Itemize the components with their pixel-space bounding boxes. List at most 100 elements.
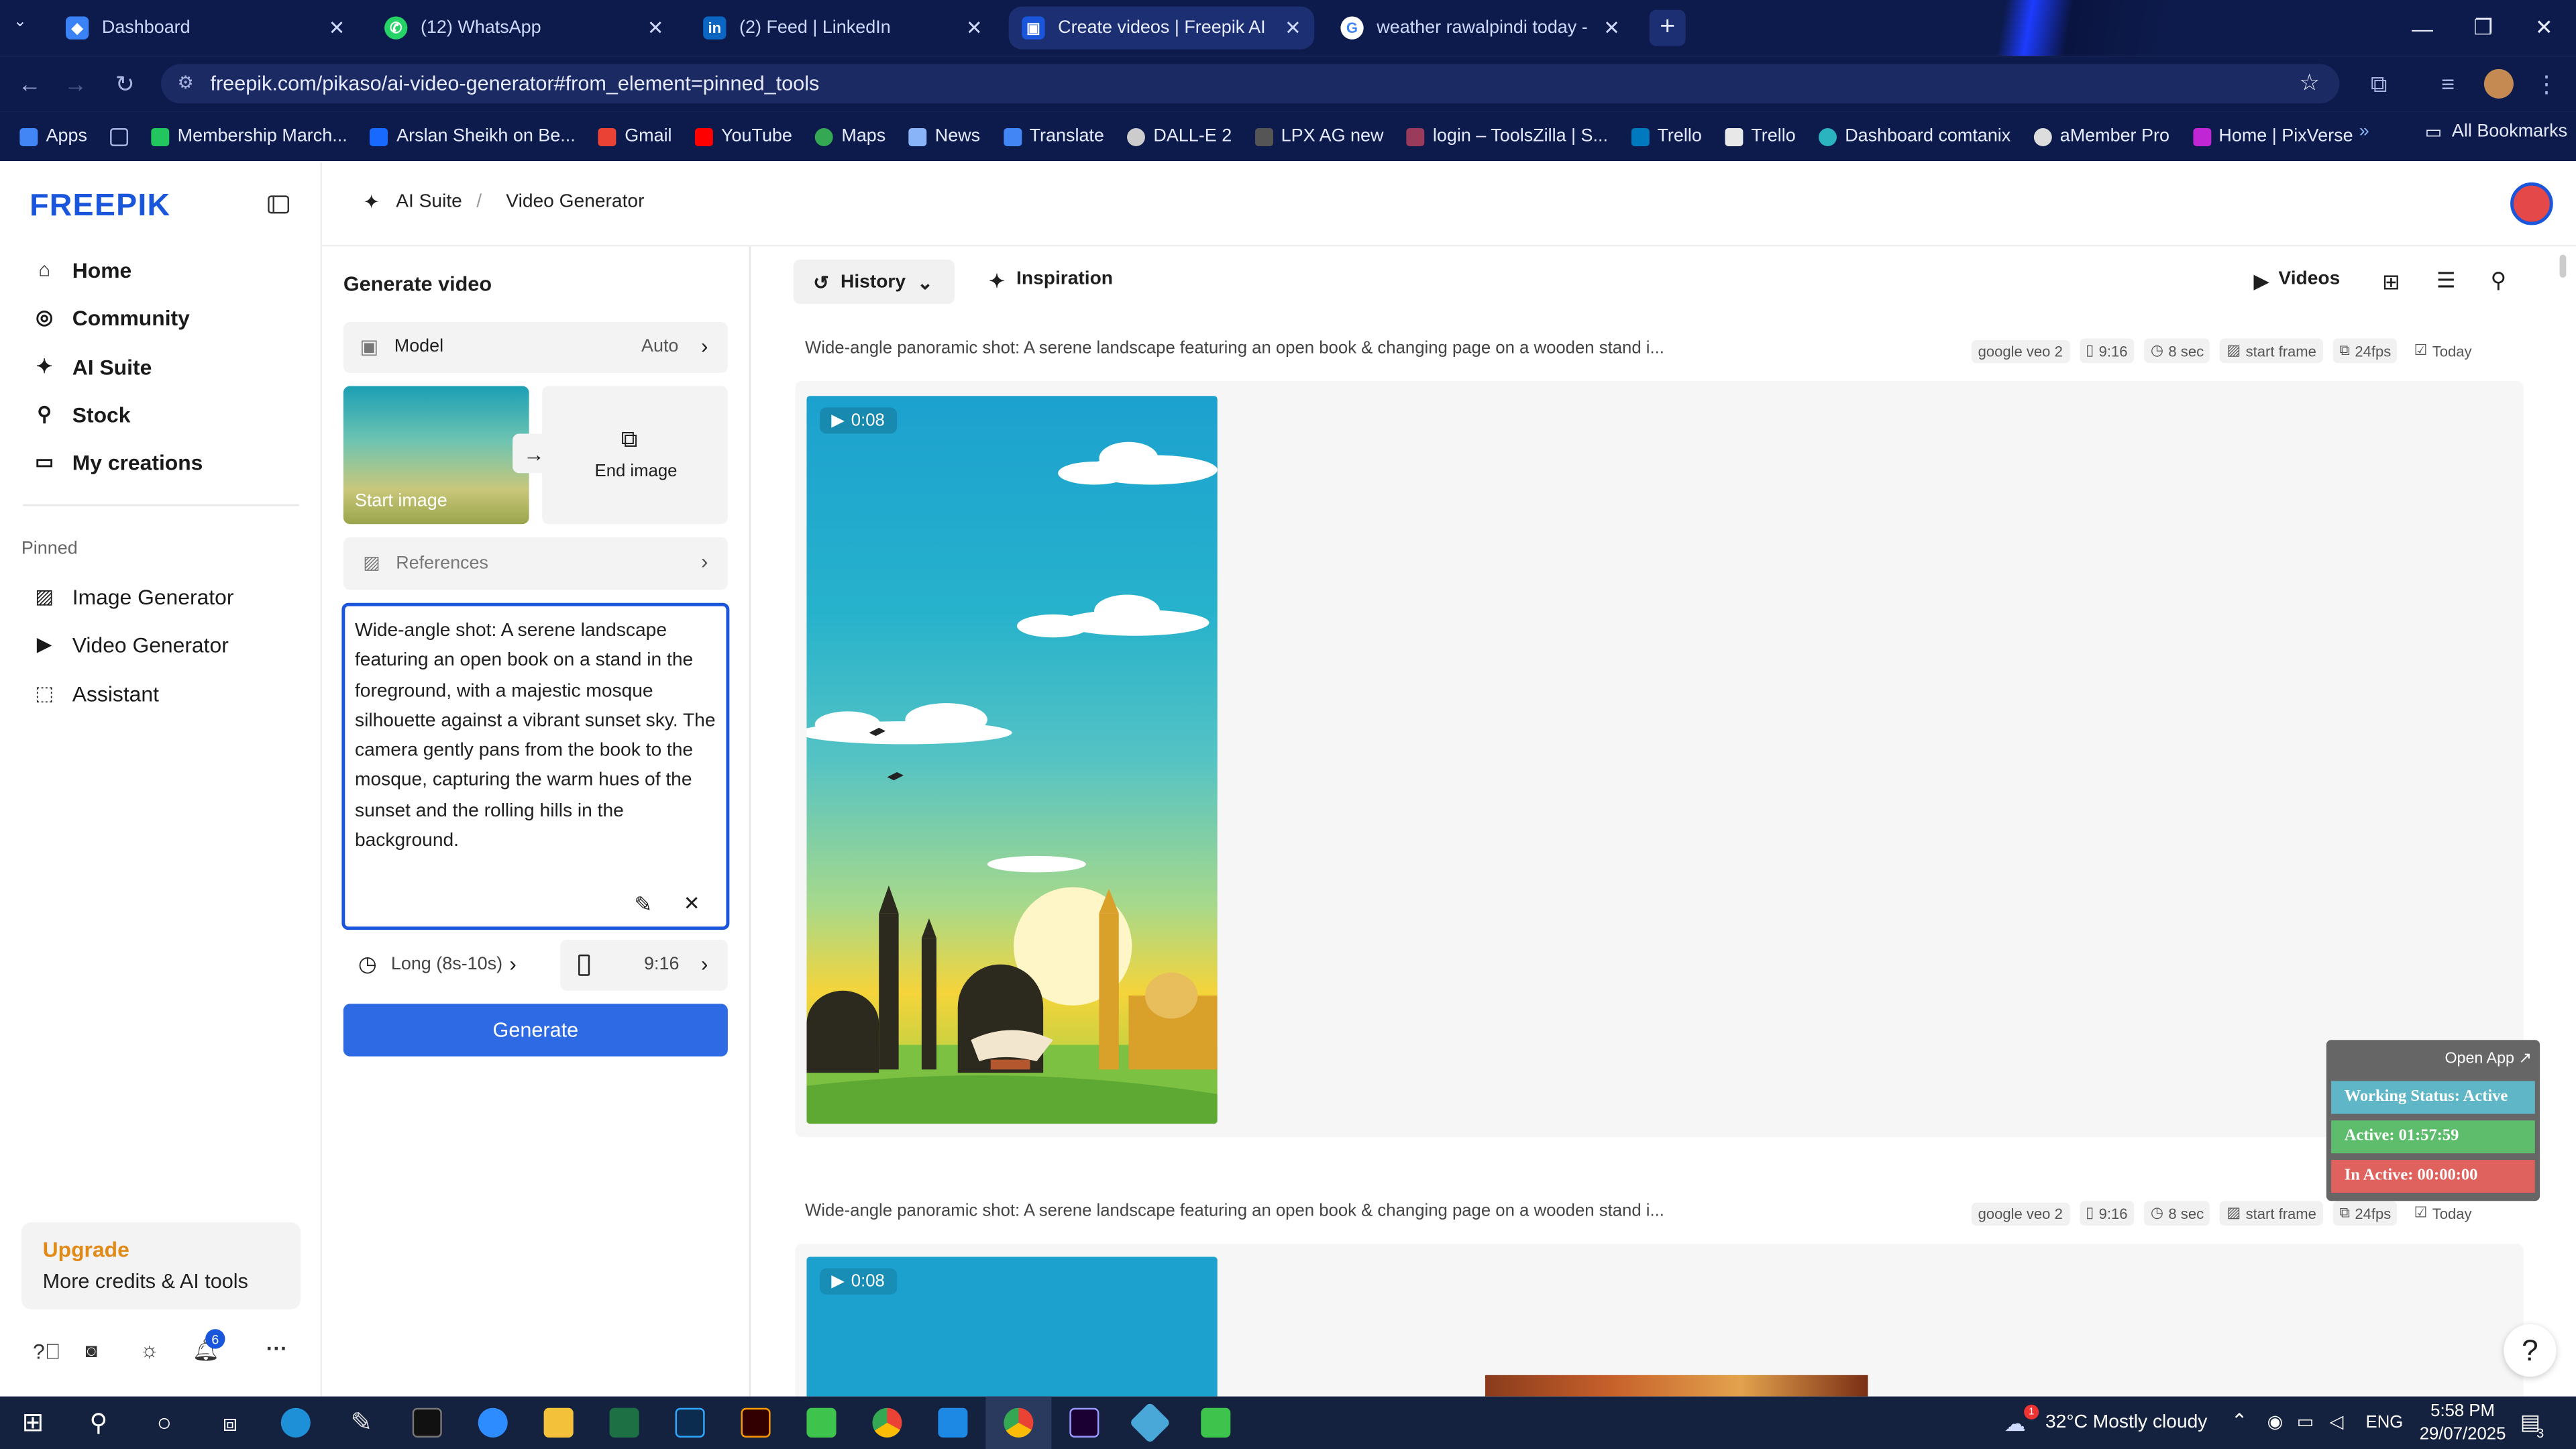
tab-linkedin[interactable]: in (2) Feed | LinkedIn ✕ <box>690 7 996 50</box>
minimize-button[interactable]: — <box>2392 0 2453 56</box>
bookmark-item[interactable]: login – ToolsZilla | S... <box>1406 127 1608 146</box>
start-button[interactable]: ⊞ <box>0 1397 66 1449</box>
pinned-image-generator[interactable]: ▨ Image Generator <box>33 577 233 616</box>
entry-prompt[interactable]: Wide-angle panoramic shot: A serene land… <box>805 1201 1664 1220</box>
bookmark-item[interactable]: DALL-E 2 <box>1127 127 1232 146</box>
close-icon[interactable]: ✕ <box>647 16 664 39</box>
chrome-app[interactable] <box>854 1397 920 1449</box>
profile-avatar[interactable] <box>2483 68 2514 99</box>
open-app-link[interactable]: Open App ↗ <box>2445 1050 2531 1068</box>
tab-google[interactable]: Gweather rawalpindi today - Goo✕ <box>1328 7 1633 50</box>
bookmark-item[interactable]: Dashboard comtanix <box>1819 127 2010 146</box>
tab-dashboard[interactable]: ◆ Dashboard ✕ <box>52 7 358 50</box>
breadcrumb-ai-suite[interactable]: AI Suite <box>396 193 462 212</box>
pinned-assistant[interactable]: ⬚ Assistant <box>33 674 159 713</box>
history-dropdown[interactable]: ↺ History ⌄ <box>793 259 955 305</box>
generate-button[interactable]: Generate <box>343 1004 728 1057</box>
window-close-button[interactable]: ✕ <box>2514 0 2575 56</box>
media-icon[interactable]: ≡ <box>2432 67 2465 100</box>
video-thumbnail[interactable]: ▶ 0:08 <box>806 396 1218 1124</box>
volume-icon[interactable]: ◁ <box>2330 1411 2344 1432</box>
language-indicator[interactable]: ENG <box>2366 1413 2404 1432</box>
vscode-app[interactable] <box>920 1397 985 1449</box>
magic-wand-icon[interactable]: ✎ <box>634 892 652 918</box>
sidebar-item-stock[interactable]: ⚲ Stock <box>33 394 130 434</box>
sidebar-item-community[interactable]: ◎ Community <box>33 297 190 337</box>
site-info-icon[interactable]: ⚙ <box>177 72 193 93</box>
chevron-up-icon[interactable]: ⌃ <box>2231 1409 2248 1432</box>
video-thumbnail[interactable]: ▶ 0:08 <box>806 1256 1218 1397</box>
tab-freepik[interactable]: ▣ Create videos | Freepik AI ✕ <box>1008 6 1315 50</box>
duration-selector[interactable]: ◷ Long (8s-10s) › <box>343 940 541 991</box>
breadcrumb-video-generator[interactable]: Video Generator <box>506 193 644 212</box>
close-icon[interactable]: ✕ <box>329 16 345 39</box>
extensions-icon[interactable]: ⧉ <box>2363 67 2396 100</box>
grid-view-icon[interactable]: ⊞ <box>2382 270 2400 296</box>
bookmark-item[interactable]: Trello <box>1631 127 1702 146</box>
bookmark-item[interactable]: News <box>908 127 980 146</box>
grid-icon[interactable] <box>110 127 129 146</box>
more-bookmarks-icon[interactable]: » <box>2359 121 2369 141</box>
weather-icon[interactable]: ☁ <box>2004 1411 2026 1438</box>
bookmark-item[interactable]: Membership March... <box>151 127 347 146</box>
theme-icon[interactable]: ☼ <box>140 1337 159 1362</box>
restore-button[interactable]: ❐ <box>2453 0 2514 56</box>
reload-icon[interactable]: ↻ <box>109 67 142 100</box>
app-icon[interactable] <box>1117 1397 1183 1449</box>
end-image-slot[interactable]: ⧉ End image <box>542 386 728 525</box>
bookmark-item[interactable]: aMember Pro <box>2033 127 2169 146</box>
discord-icon[interactable]: ◙ <box>85 1339 97 1362</box>
bookmark-item[interactable]: Arslan Sheikh on Be... <box>370 127 576 146</box>
close-icon[interactable]: ✕ <box>966 16 983 39</box>
forward-icon[interactable]: → <box>59 67 92 100</box>
photoshop-app[interactable] <box>657 1397 723 1449</box>
close-icon[interactable]: ✕ <box>1285 16 1301 39</box>
collapse-sidebar-icon[interactable] <box>268 195 290 214</box>
bookmark-item[interactable]: LPX AG new <box>1254 127 1383 146</box>
sidebar-item-my-creations[interactable]: ▭ My creations <box>33 442 203 482</box>
premiere-app[interactable] <box>1051 1397 1117 1449</box>
tab-search-icon[interactable]: ⌄ <box>13 13 40 40</box>
close-icon[interactable]: ✕ <box>1603 16 1620 39</box>
zoom-app[interactable] <box>460 1397 526 1449</box>
bookmark-item[interactable]: Gmail <box>598 127 672 146</box>
start-image-slot[interactable]: Start image <box>343 386 529 525</box>
bookmark-item[interactable]: Home | PixVerse <box>2192 127 2353 146</box>
chrome-active-app[interactable] <box>985 1396 1052 1449</box>
all-bookmarks[interactable]: ▭ All Bookmarks <box>2425 121 2567 143</box>
green-app[interactable] <box>789 1397 855 1449</box>
bookmark-apps[interactable]: Apps <box>19 127 87 146</box>
inspiration-tab[interactable]: ✦ Inspiration <box>989 270 1113 292</box>
green-app-2[interactable] <box>1183 1397 1248 1449</box>
help-button[interactable]: ? <box>2504 1324 2557 1377</box>
tray-icon[interactable]: ◉ <box>2267 1411 2284 1432</box>
prompt-textarea[interactable]: Wide-angle shot: A serene landscape feat… <box>341 602 730 930</box>
pinned-video-generator[interactable]: ▶ Video Generator <box>33 625 229 664</box>
bookmark-item[interactable]: Maps <box>815 127 885 146</box>
excel-app[interactable] <box>592 1397 657 1449</box>
bookmark-item[interactable]: Translate <box>1003 127 1104 146</box>
edge-app[interactable] <box>263 1397 329 1449</box>
filters-icon[interactable]: ☰ <box>2436 268 2456 294</box>
clock-date[interactable]: 29/07/2025 <box>2414 1424 2512 1444</box>
freepik-logo[interactable]: FREEPIK <box>30 189 170 225</box>
clear-icon[interactable]: ✕ <box>684 892 700 915</box>
tab-whatsapp[interactable]: ✆ (12) WhatsApp ✕ <box>371 7 677 50</box>
network-icon[interactable]: ▭ <box>2297 1411 2314 1432</box>
sidebar-item-home[interactable]: ⌂ Home <box>33 250 131 289</box>
videos-filter[interactable]: ▶ Videos <box>2254 270 2340 292</box>
references-selector[interactable]: ▨ References › <box>343 537 728 590</box>
model-selector[interactable]: ▣ Model Auto › <box>343 322 728 373</box>
explorer-app[interactable] <box>526 1397 592 1449</box>
cortana-button[interactable]: ○ <box>131 1397 197 1449</box>
more-icon[interactable]: ··· <box>266 1336 288 1360</box>
illustrator-app[interactable] <box>723 1397 789 1449</box>
clock-time[interactable]: 5:58 PM <box>2422 1401 2504 1421</box>
pen-app[interactable]: ✎ <box>329 1397 394 1449</box>
back-icon[interactable]: ← <box>13 67 46 100</box>
scrollbar-thumb[interactable] <box>2559 254 2567 278</box>
weather-text[interactable]: 32°C Mostly cloudy <box>2045 1413 2207 1432</box>
search-button[interactable]: ⚲ <box>66 1397 131 1449</box>
entry-prompt[interactable]: Wide-angle panoramic shot: A serene land… <box>805 338 1664 358</box>
upgrade-card[interactable]: Upgrade More credits & AI tools <box>21 1222 301 1309</box>
